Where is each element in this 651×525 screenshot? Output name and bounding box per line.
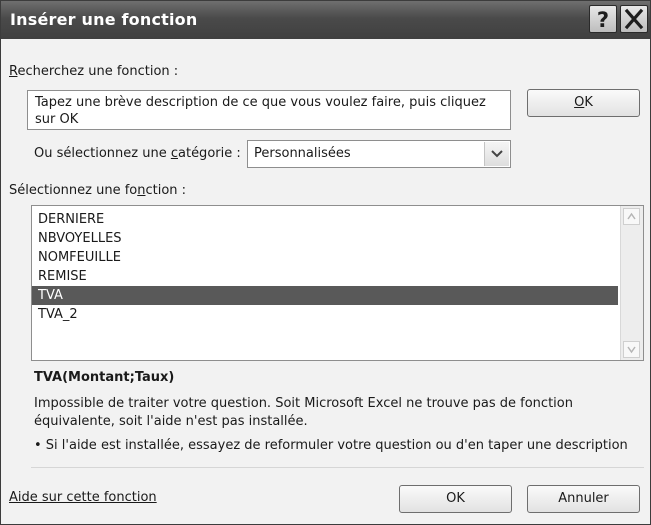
search-label: Recherchez une fonction :: [9, 64, 179, 79]
function-signature: TVA(Montant;Taux): [34, 370, 175, 385]
insert-function-dialog: Insérer une fonction ? Recherchez une fo…: [0, 0, 651, 525]
title-bar[interactable]: Insérer une fonction ?: [1, 1, 650, 39]
close-x-icon: [624, 8, 644, 30]
category-select[interactable]: Personnalisées: [247, 140, 511, 168]
function-list-item[interactable]: DERNIERE: [32, 210, 618, 229]
function-list-item[interactable]: TVA: [32, 286, 618, 305]
svg-text:?: ?: [597, 8, 609, 32]
function-list-items: DERNIERE NBVOYELLES NOMFEUILLE REMISE TVA TVA…: [32, 210, 618, 324]
function-list-label: Sélectionnez une fonction :: [9, 183, 187, 198]
search-ok-button[interactable]: OK: [527, 89, 640, 117]
function-list-item[interactable]: NOMFEUILLE: [32, 248, 618, 267]
category-dropdown-button[interactable]: [484, 142, 509, 166]
close-button[interactable]: [620, 5, 648, 33]
category-label: Ou sélectionnez une catégorie :: [34, 146, 241, 161]
function-description-input[interactable]: Tapez une brève description de ce que vo…: [27, 90, 511, 130]
function-description: Impossible de traiter votre question. So…: [34, 396, 573, 429]
footer-divider: [31, 467, 644, 468]
triangle-up-icon: [627, 212, 636, 220]
vertical-scrollbar[interactable]: [620, 206, 643, 360]
scroll-down-button[interactable]: [623, 341, 640, 358]
dialog-title: Insérer une fonction: [10, 10, 198, 29]
function-list-item[interactable]: TVA_2: [32, 305, 618, 324]
triangle-down-icon: [627, 346, 636, 354]
help-on-function-link[interactable]: Aide sur cette fonction: [9, 490, 157, 505]
scroll-up-button[interactable]: [623, 208, 640, 225]
ok-button[interactable]: OK: [399, 485, 512, 513]
question-mark-icon: ?: [597, 8, 609, 32]
function-list-item[interactable]: NBVOYELLES: [32, 229, 618, 248]
category-selected-value: Personnalisées: [254, 146, 351, 161]
function-listbox[interactable]: DERNIERE NBVOYELLES NOMFEUILLE REMISE TVA TVA…: [31, 205, 644, 361]
cancel-button[interactable]: Annuler: [527, 485, 640, 513]
chevron-down-icon: [491, 150, 503, 158]
help-button[interactable]: ?: [589, 5, 617, 33]
function-list-item[interactable]: REMISE: [32, 267, 618, 286]
help-tip: • Si l'aide est installée, essayez de re…: [34, 438, 628, 453]
